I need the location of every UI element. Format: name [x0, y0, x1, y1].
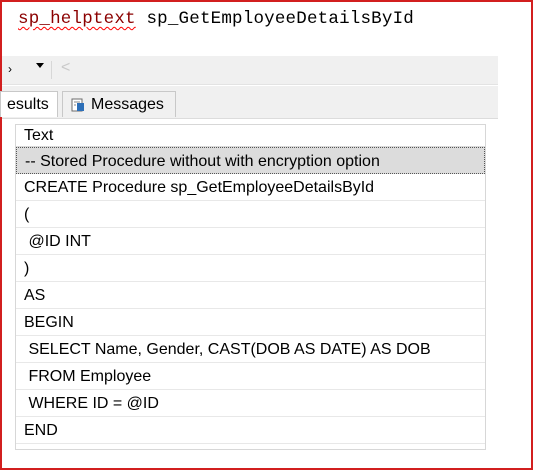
results-tabs: esults Messages [0, 86, 498, 119]
query-object: sp_GetEmployeeDetailsById [146, 9, 414, 29]
table-row[interactable]: END [16, 417, 485, 444]
table-row[interactable]: ) [16, 255, 485, 282]
toolbar-dropdown-label[interactable]: › [8, 62, 12, 76]
query-editor[interactable]: sp_helptext sp_GetEmployeeDetailsById [2, 2, 531, 54]
query-keyword: sp_helptext [18, 9, 136, 29]
results-toolbar: › < [2, 56, 498, 85]
tab-messages[interactable]: Messages [62, 91, 176, 117]
back-icon[interactable]: < [61, 59, 70, 77]
table-row[interactable]: WHERE ID = @ID [16, 390, 485, 417]
table-row[interactable]: CREATE Procedure sp_GetEmployeeDetailsBy… [16, 174, 485, 201]
table-row[interactable]: AS [16, 282, 485, 309]
toolbar-separator [51, 61, 52, 79]
table-row[interactable]: @ID INT [16, 228, 485, 255]
tab-messages-label: Messages [91, 96, 164, 113]
table-row[interactable]: BEGIN [16, 309, 485, 336]
tab-results[interactable]: esults [0, 91, 58, 117]
results-grid[interactable]: Text -- Stored Procedure without with en… [15, 124, 486, 450]
table-row[interactable]: -- Stored Procedure without with encrypt… [16, 147, 485, 174]
column-header-text[interactable]: Text [16, 125, 485, 147]
query-text[interactable]: sp_helptext sp_GetEmployeeDetailsById [18, 9, 414, 29]
table-row[interactable]: ( [16, 201, 485, 228]
tab-results-label: esults [7, 96, 49, 113]
table-row[interactable]: FROM Employee [16, 363, 485, 390]
table-row[interactable]: SELECT Name, Gender, CAST(DOB AS DATE) A… [16, 336, 485, 363]
messages-icon [71, 98, 84, 112]
chevron-down-icon[interactable] [36, 63, 44, 68]
